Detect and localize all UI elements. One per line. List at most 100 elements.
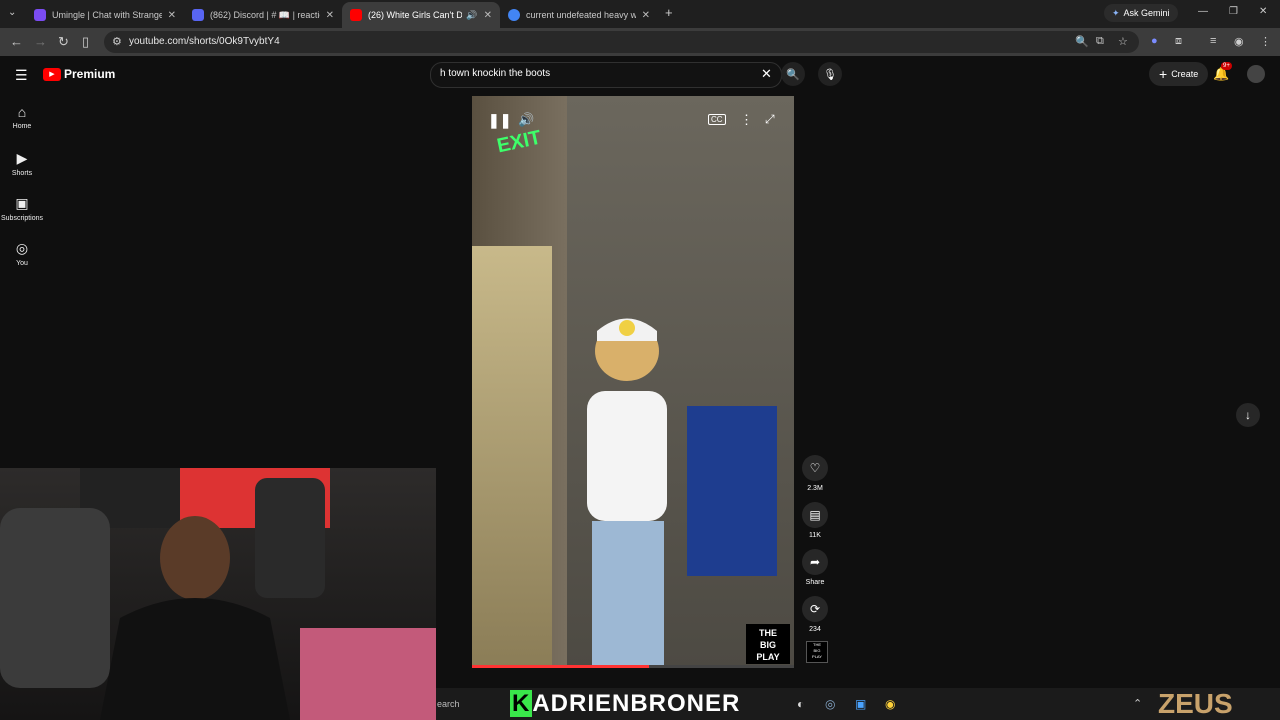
remix-icon: ⟳ (809, 602, 821, 616)
hamburger-menu-icon[interactable]: ☰ (15, 67, 28, 84)
taskbar-search-text[interactable]: earch (437, 699, 460, 709)
tab-discord[interactable]: (862) Discord | # 📖 | reactions ✕ (184, 2, 342, 28)
tab-umingle[interactable]: Umingle | Chat with Strangers | ✕ (26, 2, 184, 28)
site-info-icon[interactable]: ⚙ (112, 35, 122, 48)
profile-avatar-icon[interactable]: ◉ (1234, 35, 1244, 48)
watermark-line: THE (759, 628, 777, 638)
video-progress-bar[interactable] (472, 665, 794, 668)
back-icon[interactable]: ← (10, 34, 23, 49)
ask-gemini-label: Ask Gemini (1123, 8, 1170, 18)
gemini-sparkle-icon: ✦ (1112, 7, 1120, 18)
voice-search-icon[interactable]: 🎙 (818, 62, 842, 86)
taskbar-app-icon[interactable]: ◉ (885, 697, 895, 711)
progress-fill (472, 665, 650, 668)
tab-search-chevron-icon[interactable]: ⌄ (8, 7, 16, 18)
umingle-favicon-icon (34, 9, 46, 21)
sidebar-item-label: Shorts (11, 170, 33, 177)
share-button[interactable]: ➦ Share (799, 549, 831, 586)
media-controls-icon[interactable]: ≡ (1210, 35, 1216, 47)
more-options-icon[interactable]: ⋮ (740, 112, 753, 128)
close-icon[interactable]: ✕ (168, 10, 176, 21)
notifications-button[interactable]: 🔔 9+ (1213, 62, 1232, 82)
reload-icon[interactable]: ↻ (58, 34, 69, 50)
search-input[interactable]: h town knockin the boots (440, 68, 550, 79)
comment-icon: ▤ (809, 508, 821, 522)
sidebar-item-shorts[interactable]: ▶ Shorts (0, 150, 44, 177)
ask-gemini-button[interactable]: ✦ Ask Gemini (1104, 4, 1178, 22)
pause-icon[interactable]: ❚❚ (488, 112, 511, 129)
sidebar-item-label: You (16, 260, 28, 267)
browser-menu-icon[interactable]: ⋮ (1260, 35, 1271, 48)
you-icon: ◎ (15, 240, 29, 256)
share-icon: ➦ (809, 555, 821, 569)
google-favicon-icon (508, 9, 520, 21)
shorts-video-player[interactable]: EXIT ❚❚ 🔊 CC ⋮ ⤢ THE BIG PLAY (472, 96, 794, 668)
taskbar-app-icon[interactable]: ◐ (797, 697, 804, 711)
captions-icon[interactable]: CC (708, 114, 726, 125)
video-doorway (472, 246, 552, 666)
remix-count: 234 (809, 626, 821, 633)
watermark-line: PLAY (756, 652, 780, 662)
extension-shield-icon[interactable]: ● (1151, 35, 1158, 47)
create-label: Create (1171, 69, 1199, 79)
sidebar-item-you[interactable]: ◎ You (0, 240, 44, 267)
youtube-play-logo-icon: ▶ (43, 67, 61, 81)
plus-icon: + (1159, 66, 1168, 82)
restore-icon[interactable]: ❐ (1229, 6, 1238, 17)
sidebar-item-subscriptions[interactable]: ▣ Subscriptions (0, 195, 44, 222)
close-icon[interactable]: ✕ (326, 10, 334, 21)
extensions-puzzle-icon[interactable]: ⧈ (1175, 35, 1182, 48)
zeus-watermark: ZEUS (1158, 688, 1233, 719)
home-icon: ⌂ (17, 104, 27, 120)
like-button[interactable]: ♡ 2.3M (799, 455, 831, 492)
tab-title: (26) White Girls Can't Danc (368, 10, 463, 20)
watermark-line: BIG (759, 640, 776, 650)
comments-button[interactable]: ▤ 11K (799, 502, 831, 539)
browser-tab-strip: ⌄ Umingle | Chat with Strangers | ✕ (862… (0, 0, 1280, 28)
video-person-figure (587, 318, 667, 668)
close-icon[interactable]: ✕ (484, 10, 492, 21)
steam-icon[interactable]: ◎ (825, 697, 835, 711)
ticker-first-letter: K (510, 690, 533, 717)
new-tab-icon[interactable]: + (665, 5, 673, 20)
taskbar-app-icon[interactable]: ▣ (855, 697, 866, 711)
tab-title: current undefeated heavy weig (526, 10, 636, 20)
the-big-play-watermark: THE BIG PLAY (746, 624, 790, 664)
sidebar-item-label: Home (12, 123, 32, 130)
streamer-webcam (0, 468, 436, 720)
tab-youtube[interactable]: (26) White Girls Can't Danc 🔊 ✕ (342, 2, 500, 28)
logo-premium-text: Premium (64, 67, 116, 81)
close-icon[interactable]: ✕ (642, 10, 650, 21)
create-button[interactable]: + Create (1149, 62, 1209, 86)
zoom-icon[interactable]: 🔍 (1075, 35, 1089, 48)
tab-google[interactable]: current undefeated heavy weig ✕ (500, 2, 658, 28)
shorts-icon: ▶ (16, 150, 28, 166)
clear-search-icon[interactable]: ✕ (761, 66, 772, 82)
search-button-icon[interactable]: 🔍 (781, 62, 805, 86)
webcam-person-figure (0, 478, 436, 720)
volume-icon[interactable]: 🔊 (518, 112, 534, 128)
youtube-favicon-icon (350, 9, 362, 21)
window-close-icon[interactable]: ✕ (1259, 6, 1267, 17)
exit-sign: EXIT (495, 126, 544, 158)
url-text[interactable]: youtube.com/shorts/0Ok9TvybtY4 (129, 36, 280, 47)
forward-icon[interactable]: → (34, 34, 47, 49)
discord-favicon-icon (192, 9, 204, 21)
next-short-arrow-icon[interactable]: ↓ (1236, 403, 1260, 427)
subscriptions-icon: ▣ (15, 195, 29, 211)
install-app-icon[interactable]: ⧉ (1096, 35, 1104, 48)
sidebar-item-home[interactable]: ⌂ Home (0, 104, 44, 130)
youtube-logo[interactable]: ▶ Premium (43, 67, 115, 81)
fullscreen-icon[interactable]: ⤢ (765, 112, 775, 127)
split-view-icon[interactable]: ▯ (82, 34, 89, 50)
minimize-icon[interactable]: — (1198, 6, 1208, 17)
bookmark-star-icon[interactable]: ☆ (1118, 35, 1128, 48)
channel-thumbnail[interactable]: THE BIG PLAY (806, 641, 828, 663)
notification-badge: 9+ (1221, 62, 1232, 70)
sidebar-item-label: Subscriptions (0, 215, 44, 222)
speaker-icon[interactable]: 🔊 (466, 10, 477, 21)
tray-chevron-icon[interactable]: ⌃ (1133, 697, 1142, 710)
channel-avatar[interactable] (1247, 65, 1265, 83)
remix-button[interactable]: ⟳ 234 (799, 596, 831, 633)
comment-count: 11K (809, 532, 821, 539)
